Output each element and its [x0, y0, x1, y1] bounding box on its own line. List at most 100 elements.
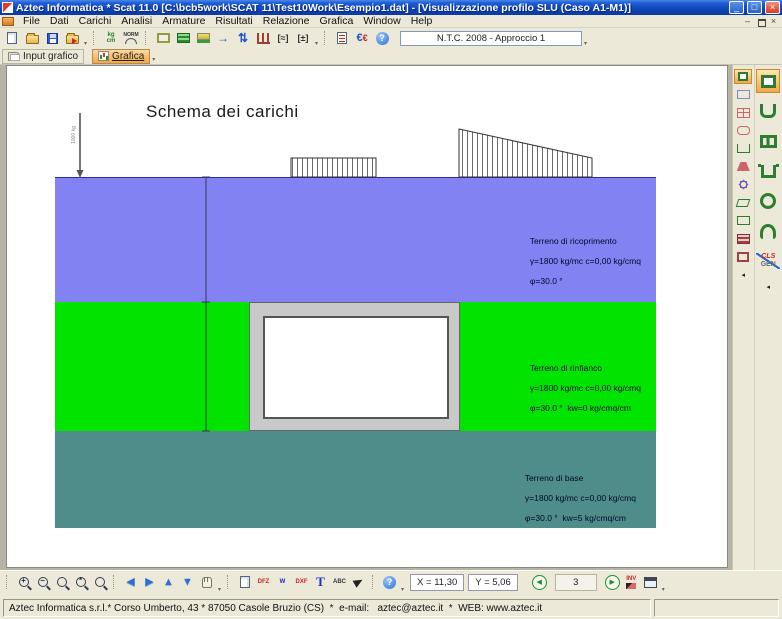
section-small-toolbar: ◂: [733, 65, 755, 570]
cls-gen-icon: CLSGEN: [756, 253, 780, 269]
envelope-button[interactable]: [±]: [293, 29, 313, 47]
loads-button[interactable]: →: [213, 29, 233, 47]
section-button[interactable]: [193, 29, 213, 47]
section-small-wall-button[interactable]: [734, 231, 752, 246]
menu-window[interactable]: Window: [358, 15, 405, 27]
label-terreno-ricoprimento: Terreno di ricoprimento γ=1800 kg/mc c=0…: [511, 226, 641, 296]
section-double-button[interactable]: [756, 129, 780, 153]
pointer-tool-button[interactable]: [349, 573, 368, 592]
section-small-frame-button[interactable]: [734, 87, 752, 102]
section-small-channel-button[interactable]: [734, 141, 752, 156]
section-generic-button[interactable]: CLSGEN: [756, 249, 780, 273]
pan-up-button[interactable]: ▲: [159, 573, 178, 592]
view-number-field[interactable]: 3: [555, 574, 597, 591]
hand-icon: [202, 577, 212, 588]
save-icon: [47, 33, 58, 44]
drafting-icon: [8, 52, 20, 61]
open-file-button[interactable]: [22, 29, 42, 47]
currency-button[interactable]: €€: [352, 29, 372, 47]
zoom-dynamic-button[interactable]: [52, 573, 71, 592]
toolbar-grip: [372, 575, 376, 589]
grafica-button[interactable]: Grafica: [92, 49, 150, 64]
zoom-in-button[interactable]: +: [14, 573, 33, 592]
mdi-minimize-button[interactable]: –: [741, 16, 754, 27]
section-small-rect-button[interactable]: [734, 213, 752, 228]
new-file-icon: [7, 32, 17, 44]
units-button[interactable]: kgcm: [101, 29, 121, 47]
toolbar-overflow-chevron[interactable]: ▾: [584, 40, 587, 47]
help2-button[interactable]: ?: [380, 573, 399, 592]
input-grafico-button[interactable]: Input grafico: [2, 49, 84, 64]
document-icon[interactable]: [2, 17, 14, 26]
section-small-star-button[interactable]: [734, 177, 752, 192]
menu-armature[interactable]: Armature: [157, 15, 210, 27]
mdi-restore-button[interactable]: [754, 16, 767, 27]
import-icon: [66, 35, 79, 44]
mdi-close-button[interactable]: ×: [767, 16, 780, 27]
new-file-button[interactable]: [2, 29, 22, 47]
menu-relazione[interactable]: Relazione: [258, 15, 315, 27]
menu-risultati[interactable]: Risultati: [210, 15, 257, 27]
zoom-window-button[interactable]: [90, 573, 109, 592]
font-tool-button[interactable]: ABC: [330, 573, 349, 592]
toolbar-overflow-chevron[interactable]: ▾: [152, 56, 155, 63]
save-button[interactable]: [42, 29, 62, 47]
section-small-grid-button[interactable]: [734, 105, 752, 120]
zoom-out-button[interactable]: −: [33, 573, 52, 592]
menu-file[interactable]: File: [18, 15, 45, 27]
toolbar-overflow-chevron[interactable]: ▾: [218, 586, 221, 593]
norm-button[interactable]: NORM: [121, 29, 141, 47]
geometry-button[interactable]: [153, 29, 173, 47]
materials-icon: [177, 33, 190, 43]
help-button[interactable]: ?: [372, 29, 392, 47]
profile-button[interactable]: ⇅: [233, 29, 253, 47]
toolbar-overflow-chevron[interactable]: ▾: [315, 40, 318, 47]
section-circular-button[interactable]: [756, 189, 780, 213]
print-preview-button[interactable]: [235, 573, 254, 592]
close-button[interactable]: ×: [765, 1, 780, 14]
diagram-button[interactable]: [≈]: [273, 29, 293, 47]
minimize-button[interactable]: _: [729, 1, 744, 14]
dfz-export-button[interactable]: DFZ: [254, 573, 273, 592]
menu-grafica[interactable]: Grafica: [314, 15, 358, 27]
section-arch-button[interactable]: [756, 219, 780, 243]
toolbar-overflow-chevron[interactable]: ▾: [401, 586, 404, 593]
section-box-button[interactable]: [756, 69, 780, 93]
section-small-trapezoid-button[interactable]: [734, 159, 752, 174]
menu-dati[interactable]: Dati: [45, 15, 74, 27]
pan-left-button[interactable]: ◀: [121, 573, 140, 592]
pan-down-button[interactable]: ▼: [178, 573, 197, 592]
drawing-canvas[interactable]: Schema dei carichi 1000 kg: [6, 65, 728, 568]
section-small-box2-button[interactable]: [734, 249, 752, 264]
section-small-rounded-button[interactable]: [734, 123, 752, 138]
norm-combobox[interactable]: N.T.C. 2008 - Approccio 1: [400, 31, 582, 46]
pan-right-button[interactable]: ▶: [140, 573, 159, 592]
menu-help[interactable]: Help: [406, 15, 438, 27]
zoom-window-icon: [95, 577, 105, 587]
windows-button[interactable]: [641, 573, 660, 592]
report-button[interactable]: [332, 29, 352, 47]
dxf-export-button[interactable]: DXF: [292, 573, 311, 592]
inv-button[interactable]: INV: [622, 573, 641, 592]
toolbar-overflow-chevron[interactable]: ▾: [662, 586, 665, 593]
maximize-button[interactable]: □: [747, 1, 762, 14]
section-u-button[interactable]: [756, 159, 780, 183]
dfz-open-button[interactable]: W: [273, 573, 292, 592]
section-small-box-button[interactable]: [734, 69, 752, 84]
import-button[interactable]: [62, 29, 82, 47]
bottom-toolbar: + − * ◀ ▶ ▲ ▼ ▾ DFZ W DXF T ABC ? ▾ X = …: [0, 570, 782, 593]
zoom-extents-icon: *: [76, 577, 86, 587]
prev-view-button[interactable]: ◀: [530, 573, 549, 592]
pan-button[interactable]: [197, 573, 216, 592]
zoom-extents-button[interactable]: *: [71, 573, 90, 592]
point-load-arrow: 1000 kg: [71, 113, 84, 178]
text-tool-button[interactable]: T: [311, 573, 330, 592]
section-tub-button[interactable]: [756, 99, 780, 123]
menu-carichi[interactable]: Carichi: [74, 15, 117, 27]
toolbar-overflow-chevron[interactable]: ▾: [84, 40, 87, 47]
next-view-button[interactable]: ▶: [603, 573, 622, 592]
section-small-parallelogram-button[interactable]: [734, 195, 752, 210]
menu-analisi[interactable]: Analisi: [116, 15, 157, 27]
materials-button[interactable]: [173, 29, 193, 47]
analysis-button[interactable]: [253, 29, 273, 47]
